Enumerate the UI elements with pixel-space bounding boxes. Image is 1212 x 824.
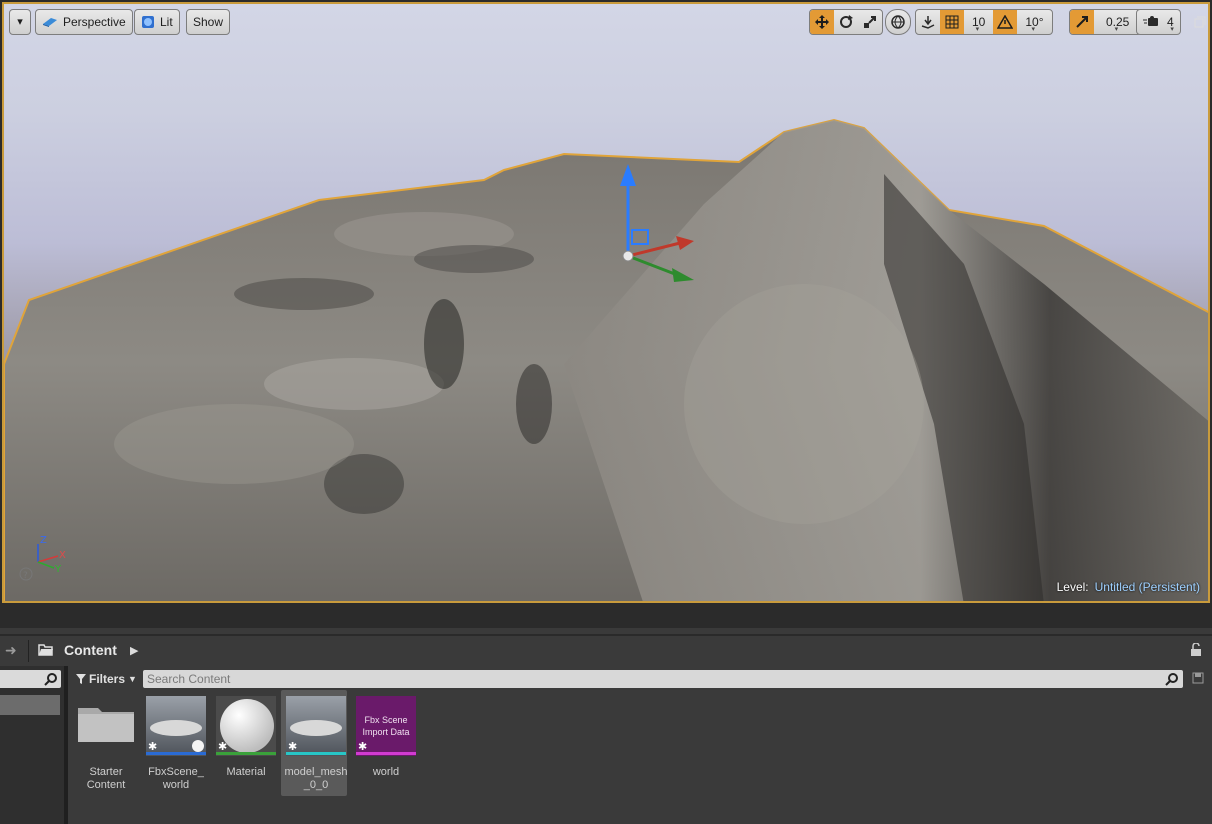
viewport-options-button[interactable]: ▾ [9, 9, 31, 35]
scale-snap-value[interactable]: 0.25 ▾ [1094, 10, 1141, 34]
asset-model-mesh-0-0[interactable]: ✱ model_mesh _0_0 [281, 690, 347, 796]
rotation-snap-value[interactable]: 10° ▾ [1017, 10, 1051, 34]
scale-snap-toggle[interactable] [1070, 10, 1094, 34]
search-icon [44, 673, 57, 686]
view-mode-button[interactable]: Lit [134, 9, 180, 35]
show-label: Show [193, 15, 224, 29]
show-button[interactable]: Show [186, 9, 231, 35]
axis-x-label: X [59, 550, 66, 561]
perspective-button[interactable]: Perspective [35, 9, 133, 35]
new-asset-star-icon: ✱ [288, 741, 298, 753]
world-local-icon [891, 15, 905, 29]
asset-material[interactable]: ✱ Material [211, 690, 277, 796]
translate-mode-button[interactable] [810, 10, 834, 34]
navigate-forward-icon[interactable]: ➜ [5, 642, 17, 659]
camera-speed-value[interactable]: 4 ▾ [1167, 10, 1180, 34]
help-icon: ? [23, 571, 28, 581]
camera-speed-icon [1143, 16, 1158, 26]
axis-z-label: Z [40, 536, 47, 546]
new-asset-star-icon: ✱ [218, 741, 228, 753]
search-content-input[interactable]: Search Content [143, 670, 1183, 688]
level-indicator: Level: Untitled (Persistent) [1057, 580, 1200, 594]
lit-label: Lit [160, 15, 173, 29]
scale-snap-group: 0.25 ▾ [1069, 9, 1143, 35]
surface-snap-icon [921, 16, 935, 29]
save-search-icon[interactable] [1192, 672, 1204, 684]
grid-snap-value[interactable]: 10 ▾ [964, 10, 993, 34]
perspective-cube-icon [43, 18, 57, 27]
grid-snap-icon [945, 15, 959, 29]
viewport-toolbar: ▾ Perspective Lit Show 10 ▾ 10° ▾ 0.25 ▾… [9, 9, 1206, 35]
surface-snap-button[interactable] [916, 10, 940, 34]
folder-search-input[interactable] [0, 670, 61, 688]
world-local-toggle[interactable] [885, 9, 911, 35]
asset-label: Starter Content [86, 766, 126, 791]
rotation-snap-toggle[interactable] [993, 10, 1018, 34]
asset-world-fbx-import-data[interactable]: Fbx Scene Import Data ✱ world [351, 690, 417, 796]
perspective-label: Perspective [63, 15, 126, 29]
folder-icon [76, 696, 136, 756]
asset-label: model_mesh _0_0 [284, 766, 348, 791]
filters-label: Filters [89, 672, 126, 686]
asset-fbxscene-world[interactable]: ✱ FbxScene_ world [141, 690, 207, 796]
asset-label: world [372, 766, 400, 778]
maximize-icon[interactable] [1194, 16, 1206, 28]
grid-snap-toggle[interactable] [940, 10, 964, 34]
axis-indicator: Z X Y ? [18, 535, 70, 587]
new-asset-star-icon: ✱ [358, 741, 368, 753]
lock-icon[interactable] [1190, 643, 1202, 657]
camera-speed-group[interactable]: 4 ▾ [1136, 9, 1181, 35]
rotate-mode-button[interactable] [834, 10, 858, 34]
asset-label: FbxScene_ world [148, 766, 204, 791]
rotate-icon [840, 15, 853, 28]
content-browser-header: ➜ Content ▶ [0, 634, 1212, 664]
menu-caret-icon: ▾ [17, 16, 23, 28]
breadcrumb-content[interactable]: Content [64, 642, 117, 658]
translate-icon [815, 15, 829, 29]
level-name: Untitled (Persistent) [1094, 580, 1200, 594]
level-viewport[interactable]: ▾ Perspective Lit Show 10 ▾ 10° ▾ 0.25 ▾… [2, 2, 1210, 603]
rotation-snap-icon [997, 15, 1014, 29]
filters-button[interactable]: Filters ▼ [76, 670, 137, 688]
scale-icon [864, 16, 876, 28]
chevron-down-icon: ▼ [128, 674, 137, 684]
breadcrumb-arrow-icon[interactable]: ▶ [130, 644, 138, 657]
axis-y-label: Y [54, 564, 62, 575]
new-asset-star-icon: ✱ [148, 741, 158, 753]
thumbnail-text: Fbx Scene Import Data [362, 715, 410, 737]
folder-open-icon [38, 644, 53, 656]
lit-sphere-icon [142, 16, 154, 28]
asset-folder-starter-content[interactable]: Starter Content [71, 690, 137, 796]
transform-mode-group [809, 9, 883, 35]
content-browser: ➜ Content ▶ Filters ▼ Search Content Sta… [0, 628, 1212, 824]
search-placeholder: Search Content [147, 672, 231, 686]
panel-splitter[interactable] [64, 666, 68, 824]
search-icon [1165, 673, 1178, 686]
filter-icon [76, 674, 86, 684]
selected-folder-row[interactable] [0, 695, 60, 715]
level-prefix: Level: [1056, 580, 1089, 594]
sources-panel [0, 666, 64, 824]
scale-snap-icon [1076, 16, 1088, 28]
terrain-scene[interactable] [4, 4, 1210, 603]
snap-group: 10 ▾ 10° ▾ [915, 9, 1053, 35]
scale-mode-button[interactable] [858, 10, 882, 34]
asset-label: Material [226, 766, 266, 778]
